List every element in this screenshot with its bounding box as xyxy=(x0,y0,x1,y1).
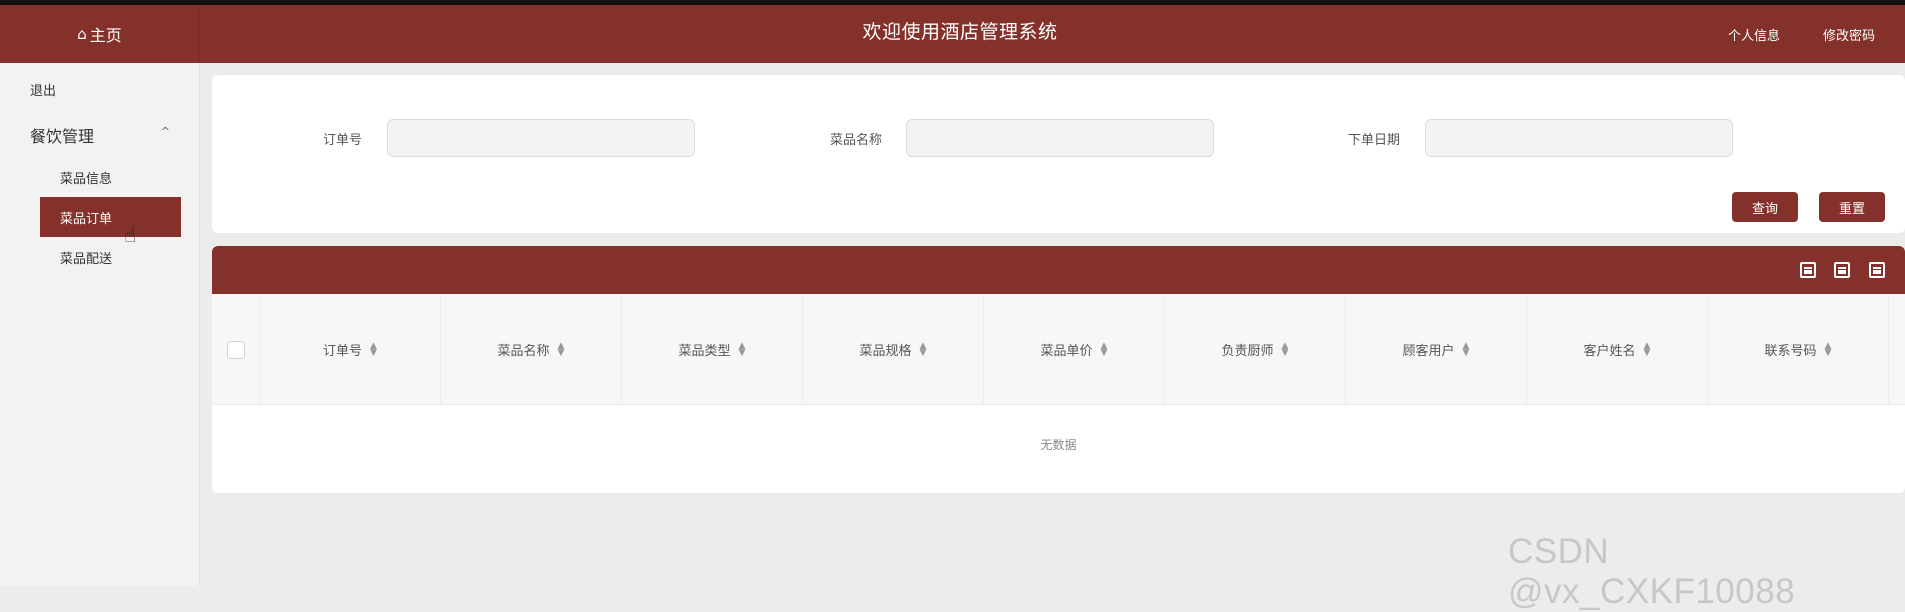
logout-link[interactable]: 退出 xyxy=(30,80,56,99)
chevron-up-icon: ^ xyxy=(160,125,170,138)
column-header-dish-spec[interactable]: 菜品规格 ▲ ▼ xyxy=(803,294,984,405)
column-header-dish-name[interactable]: 菜品名称 ▲ ▼ xyxy=(441,294,622,405)
column-header-chef[interactable]: 负责厨师 ▲ ▼ xyxy=(1165,294,1346,405)
hand-cursor-icon: ☝ xyxy=(124,223,137,247)
home-icon: ⌂ xyxy=(77,25,87,43)
table-toolbar xyxy=(212,246,1905,294)
column-header-unit-price[interactable]: 菜品单价 ▲ ▼ xyxy=(984,294,1165,405)
watermark: CSDN @vx_CXKF10088 xyxy=(1508,532,1796,611)
order-date-input[interactable] xyxy=(1425,119,1733,157)
print-icon[interactable] xyxy=(1869,262,1885,278)
column-label: 菜品单价 xyxy=(1040,344,1093,359)
sidebar-group-catering[interactable]: 餐饮管理 ^ xyxy=(30,123,170,146)
dish-name-input[interactable] xyxy=(906,119,1214,157)
system-title: 欢迎使用酒店管理系统 xyxy=(862,20,1058,43)
sidebar-item-dish-info[interactable]: 菜品信息 xyxy=(40,157,181,197)
home-link[interactable]: ⌂ 主页 xyxy=(0,5,200,63)
calculator-icon[interactable] xyxy=(1800,262,1816,278)
column-header-customer-name[interactable]: 客户姓名 ▲ ▼ xyxy=(1527,294,1708,405)
column-label: 菜品类型 xyxy=(678,344,731,359)
select-all-checkbox[interactable] xyxy=(226,340,245,359)
column-label: 负责厨师 xyxy=(1221,344,1274,359)
column-label: 顾客用户 xyxy=(1402,344,1455,359)
order-date-label: 下单日期 xyxy=(1347,133,1400,148)
sidebar-item-dish-orders[interactable]: 菜品订单 xyxy=(40,197,181,237)
column-header-phone[interactable]: 联系号码 ▲ ▼ xyxy=(1708,294,1889,405)
column-label: 菜品规格 xyxy=(859,344,912,359)
table-header: 订单号 ▲ ▼ 菜品名称 ▲ ▼ 菜品类型 ▲ ▼ 菜品规格 ▲ ▼ 菜品单价 ▲ ▼ 负… xyxy=(212,294,1905,405)
reset-button[interactable]: 重置 xyxy=(1819,192,1885,222)
column-label: 联系号码 xyxy=(1764,344,1817,359)
save-icon[interactable] xyxy=(1834,262,1850,278)
top-header: ⌂ 主页 欢迎使用酒店管理系统 个人信息 修改密码 xyxy=(0,5,1905,63)
sidebar-group-label: 餐饮管理 xyxy=(30,127,95,146)
sidebar-item-dish-delivery[interactable]: 菜品配送 xyxy=(40,237,181,277)
column-label: 订单号 xyxy=(323,344,363,359)
change-password-link[interactable]: 修改密码 xyxy=(1823,5,1875,63)
search-panel: 订单号 菜品名称 下单日期 查询 重置 xyxy=(212,75,1905,233)
sort-icon[interactable]: ▲ ▼ xyxy=(1644,341,1651,357)
sort-icon[interactable]: ▲ ▼ xyxy=(370,341,377,357)
select-all-cell xyxy=(212,294,260,405)
sort-icon[interactable]: ▲ ▼ xyxy=(558,341,565,357)
sort-icon[interactable]: ▲ ▼ xyxy=(739,341,746,357)
column-header-order-no[interactable]: 订单号 ▲ ▼ xyxy=(260,294,441,405)
column-label: 菜品名称 xyxy=(497,344,550,359)
sort-icon[interactable]: ▲ ▼ xyxy=(1463,341,1470,357)
sort-icon[interactable]: ▲ ▼ xyxy=(1101,341,1108,357)
dish-name-label: 菜品名称 xyxy=(829,133,882,148)
column-header-dish-type[interactable]: 菜品类型 ▲ ▼ xyxy=(622,294,803,405)
profile-link[interactable]: 个人信息 xyxy=(1728,5,1780,63)
query-button[interactable]: 查询 xyxy=(1732,192,1798,222)
sort-icon[interactable]: ▲ ▼ xyxy=(920,341,927,357)
sort-icon[interactable]: ▲ ▼ xyxy=(1825,341,1832,357)
order-no-label: 订单号 xyxy=(322,133,362,148)
home-label: 主页 xyxy=(89,26,122,45)
sidebar: 退出 餐饮管理 ^ 菜品信息 菜品订单 菜品配送 xyxy=(0,63,200,586)
column-label: 客户姓名 xyxy=(1583,344,1636,359)
column-header-customer-user[interactable]: 顾客用户 ▲ ▼ xyxy=(1346,294,1527,405)
order-no-input[interactable] xyxy=(387,119,695,157)
orders-table: 订单号 ▲ ▼ 菜品名称 ▲ ▼ 菜品类型 ▲ ▼ 菜品规格 ▲ ▼ 菜品单价 ▲ ▼ 负… xyxy=(212,246,1905,493)
sort-icon[interactable]: ▲ ▼ xyxy=(1282,341,1289,357)
empty-state-text: 无数据 xyxy=(1040,438,1077,452)
